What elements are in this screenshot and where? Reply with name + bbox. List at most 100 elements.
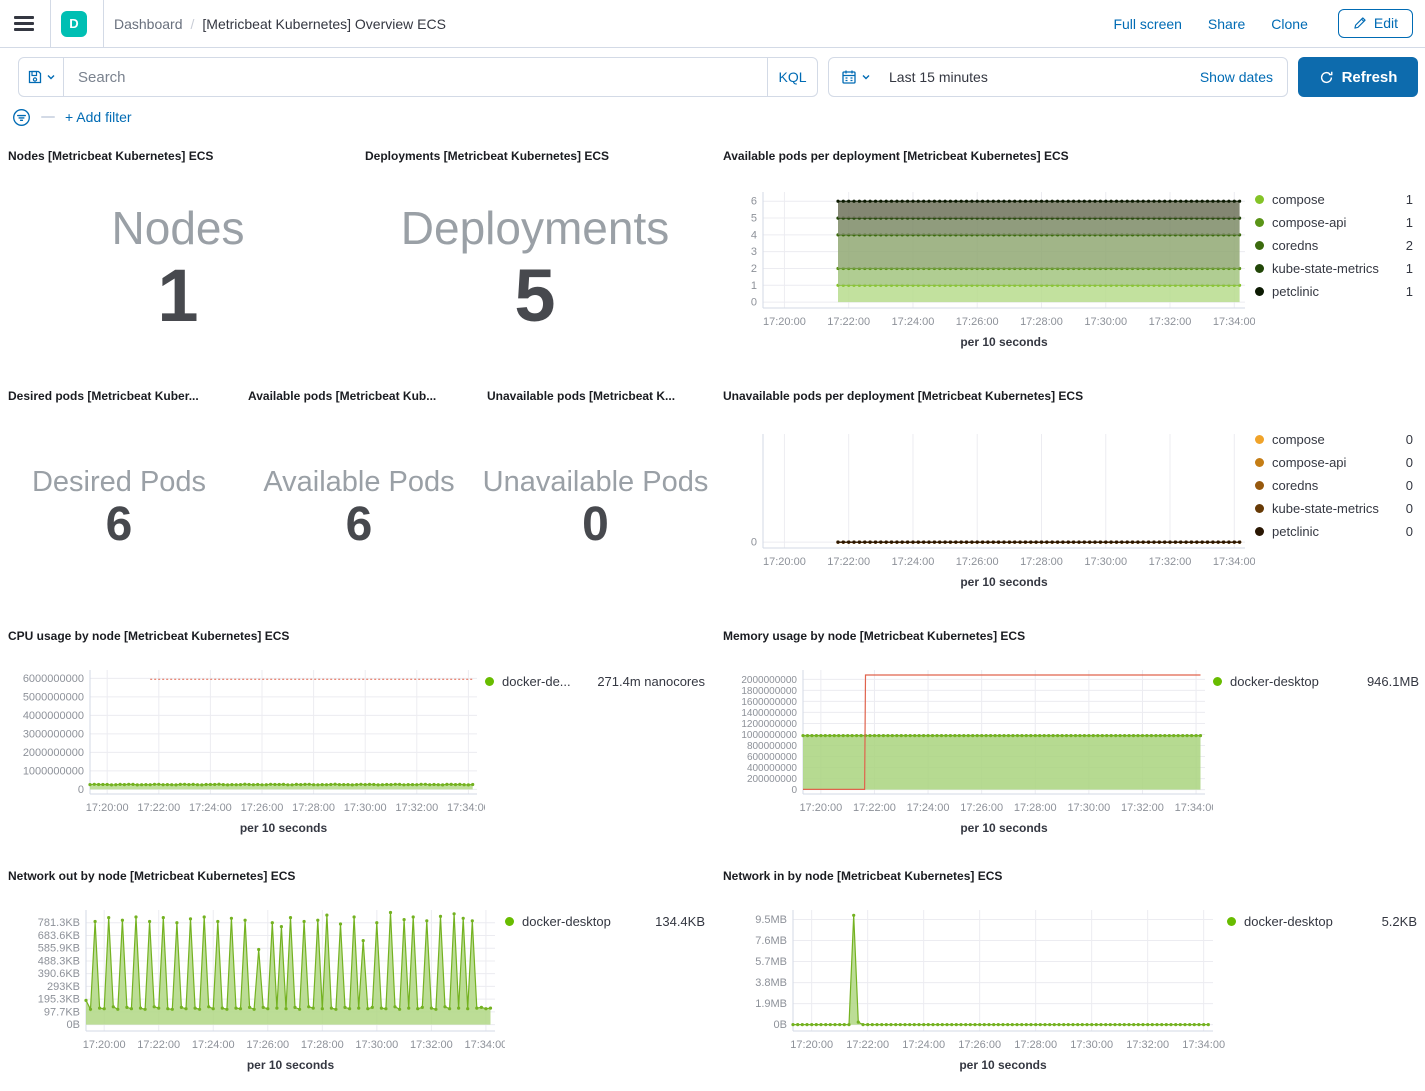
legend-value: 1 (1406, 261, 1413, 276)
panel-available-pods: Available pods [Metricbeat Kub... Availa… (240, 385, 478, 617)
panel-title: Unavailable pods per deployment [Metricb… (723, 389, 1083, 403)
svg-text:390.6KB: 390.6KB (38, 968, 80, 980)
legend-item[interactable]: coredns0 (1255, 478, 1413, 493)
chevron-down-icon (46, 72, 56, 82)
svg-text:17:24:00: 17:24:00 (902, 1039, 945, 1051)
svg-text:6000000000: 6000000000 (23, 673, 84, 685)
time-range-value[interactable]: Last 15 minutes (881, 69, 988, 85)
svg-text:17:32:00: 17:32:00 (1149, 316, 1192, 328)
svg-text:9.5MB: 9.5MB (755, 914, 787, 926)
chart-canvas: 0B1.9MB3.8MB5.7MB7.6MB9.5MB17:20:0017:22… (715, 902, 1227, 1091)
legend-item[interactable]: kube-state-metrics 1 (1255, 261, 1413, 276)
svg-text:17:32:00: 17:32:00 (1149, 556, 1192, 568)
svg-text:7.6MB: 7.6MB (755, 935, 787, 947)
breadcrumb-separator: / (191, 16, 195, 32)
svg-text:17:32:00: 17:32:00 (395, 802, 438, 814)
calendar-menu-button[interactable] (829, 69, 881, 85)
legend-item[interactable]: docker-desktop946.1MB (1213, 674, 1419, 689)
filter-icon[interactable] (12, 108, 31, 127)
legend-value: 0 (1406, 501, 1413, 516)
svg-text:17:34:00: 17:34:00 (1182, 1039, 1225, 1051)
refresh-button[interactable]: Refresh (1298, 57, 1418, 97)
legend-item[interactable]: compose 1 (1255, 192, 1413, 207)
svg-text:5000000000: 5000000000 (23, 691, 84, 703)
legend-value: 0 (1406, 432, 1413, 447)
series-dot-icon (1227, 917, 1236, 926)
legend-item[interactable]: docker-de...271.4m nanocores (485, 674, 705, 689)
panel-desired-pods: Desired pods [Metricbeat Kuber... Desire… (0, 385, 238, 617)
share-link[interactable]: Share (1208, 16, 1245, 32)
svg-text:17:34:00: 17:34:00 (464, 1039, 505, 1051)
svg-text:5: 5 (751, 213, 757, 225)
unavailable-pods-per-deployment-chart: 017:20:0017:22:0017:24:0017:26:0017:28:0… (715, 420, 1425, 615)
hamburger-menu-icon[interactable] (12, 12, 36, 36)
legend-label: kube-state-metrics (1272, 501, 1398, 516)
svg-text:0B: 0B (774, 1019, 787, 1031)
svg-text:4: 4 (751, 229, 757, 241)
edit-button[interactable]: Edit (1338, 9, 1413, 38)
legend-value: 271.4m nanocores (597, 674, 705, 689)
legend-item[interactable]: docker-desktop5.2KB (1227, 914, 1417, 929)
legend-item[interactable]: petclinic0 (1255, 524, 1413, 539)
legend-item[interactable]: compose-api0 (1255, 455, 1413, 470)
legend-item[interactable]: coredns2 (1255, 238, 1413, 253)
svg-text:17:26:00: 17:26:00 (958, 1039, 1001, 1051)
legend-item[interactable]: petclinic 1 (1255, 284, 1413, 299)
legend-label: kube-state-metrics (1272, 261, 1398, 276)
svg-text:17:26:00: 17:26:00 (956, 316, 999, 328)
series-dot-icon (505, 917, 514, 926)
svg-text:per 10 seconds: per 10 seconds (960, 575, 1048, 589)
svg-text:200000000: 200000000 (747, 774, 797, 785)
metric: Deployments 5 (357, 171, 713, 367)
legend-value: 1 (1406, 284, 1413, 299)
svg-text:1000000000: 1000000000 (741, 730, 797, 741)
saved-query-menu-button[interactable] (18, 57, 64, 97)
svg-text:17:32:00: 17:32:00 (1121, 802, 1164, 814)
svg-text:3: 3 (751, 246, 757, 258)
panel-title: Available pods [Metricbeat Kub... (248, 389, 436, 403)
svg-text:3000000000: 3000000000 (23, 728, 84, 740)
svg-text:17:28:00: 17:28:00 (1014, 1039, 1057, 1051)
legend-value: 1 (1406, 192, 1413, 207)
add-filter-button[interactable]: + Add filter (65, 109, 132, 125)
network-in-chart: 0B1.9MB3.8MB5.7MB7.6MB9.5MB17:20:0017:22… (715, 902, 1425, 1091)
memory-usage-chart: 0200000000400000000600000000800000000100… (715, 662, 1425, 858)
legend-label: petclinic (1272, 284, 1398, 299)
svg-text:17:24:00: 17:24:00 (892, 316, 935, 328)
full-screen-link[interactable]: Full screen (1113, 16, 1181, 32)
svg-text:17:24:00: 17:24:00 (192, 1039, 235, 1051)
show-dates-button[interactable]: Show dates (1200, 69, 1287, 85)
legend-item[interactable]: compose0 (1255, 432, 1413, 447)
svg-text:0: 0 (78, 784, 84, 796)
dashboard-logo[interactable]: D (61, 11, 87, 37)
chart-legend: docker-desktop946.1MB (1213, 662, 1419, 689)
clone-link[interactable]: Clone (1271, 16, 1308, 32)
legend-label: compose (1272, 192, 1398, 207)
svg-text:17:32:00: 17:32:00 (410, 1039, 453, 1051)
legend-item[interactable]: docker-desktop134.4KB (505, 914, 705, 929)
svg-text:17:20:00: 17:20:00 (83, 1039, 126, 1051)
legend-value: 1 (1406, 215, 1413, 230)
metric-label: Nodes (112, 202, 245, 255)
series-dot-icon (1255, 481, 1264, 490)
kql-button[interactable]: KQL (767, 58, 817, 96)
panel-network-out: Network out by node [Metricbeat Kubernet… (0, 865, 712, 1091)
series-dot-icon (1255, 218, 1264, 227)
panel-unavailable-pods: Unavailable pods [Metricbeat K... Unavai… (479, 385, 712, 617)
network-out-chart: 0B97.7KB195.3KB293KB390.6KB488.3KB585.9K… (0, 902, 712, 1091)
legend-value: 0 (1406, 524, 1413, 539)
panel-network-in: Network in by node [Metricbeat Kubernete… (715, 865, 1425, 1091)
legend-label: coredns (1272, 238, 1398, 253)
chart-legend: docker-desktop5.2KB (1227, 902, 1417, 929)
svg-text:1: 1 (751, 280, 757, 292)
svg-text:585.9KB: 585.9KB (38, 943, 80, 955)
series-dot-icon (1255, 241, 1264, 250)
svg-text:17:24:00: 17:24:00 (189, 802, 232, 814)
legend-item[interactable]: kube-state-metrics 0 (1255, 501, 1413, 516)
breadcrumb-dashboard[interactable]: Dashboard (114, 16, 183, 32)
legend-item[interactable]: compose-api1 (1255, 215, 1413, 230)
svg-text:per 10 seconds: per 10 seconds (959, 1058, 1047, 1072)
svg-text:600000000: 600000000 (747, 752, 797, 763)
svg-text:17:22:00: 17:22:00 (853, 802, 896, 814)
search-input[interactable] (64, 69, 767, 86)
